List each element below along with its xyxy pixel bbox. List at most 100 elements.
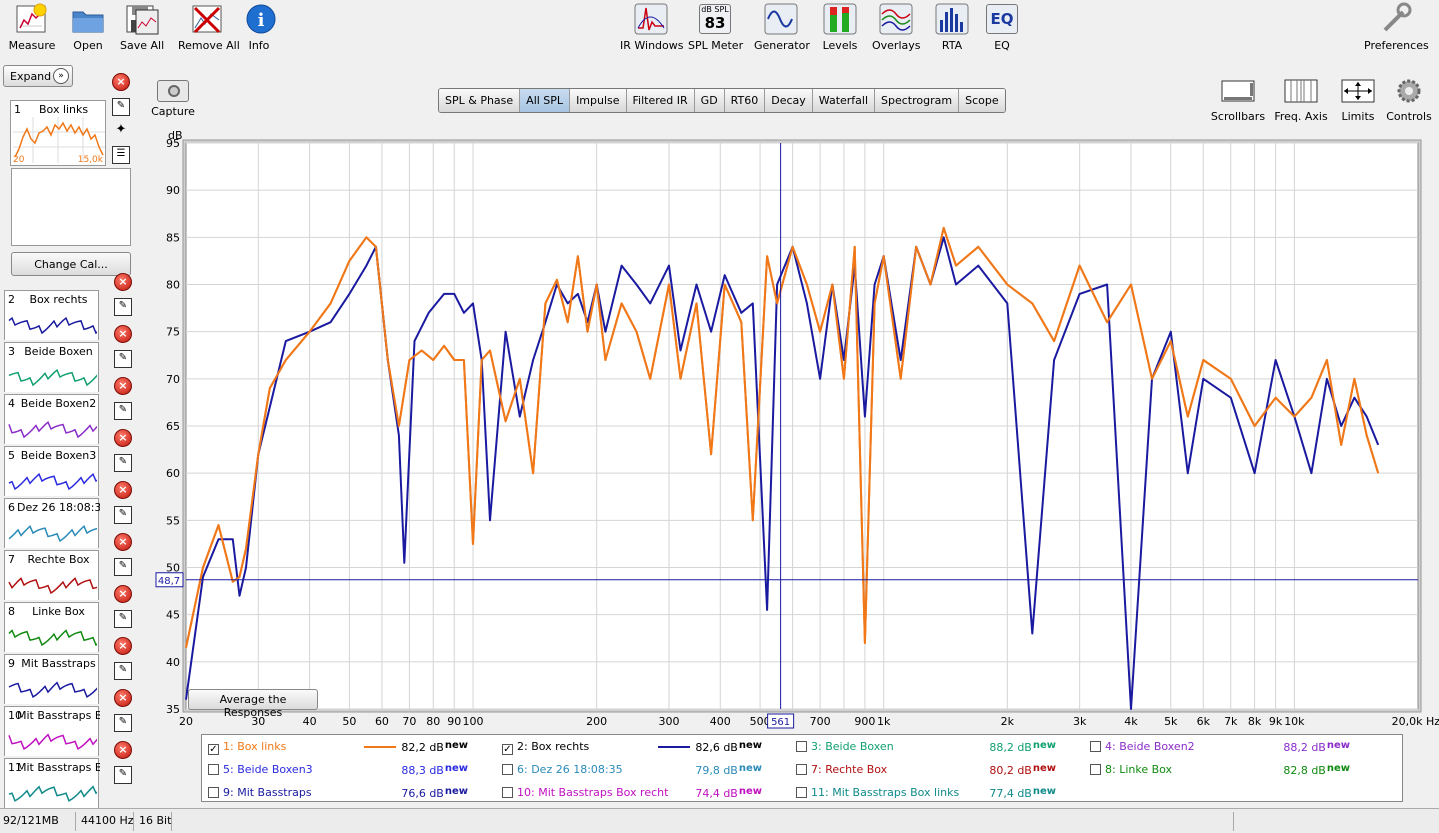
x-tick-label: 8k — [1248, 715, 1262, 728]
close-icon[interactable]: × — [114, 585, 132, 603]
legend-item[interactable]: 5: Beide Boxen3 — [208, 763, 313, 776]
info-button[interactable]: i Info — [244, 2, 276, 58]
expand-button[interactable]: Expand » — [3, 65, 73, 87]
tab-all-spl[interactable]: All SPL — [520, 89, 571, 112]
legend-item[interactable]: 6: Dez 26 18:08:35 — [502, 763, 623, 776]
levels-button[interactable]: Levels — [820, 2, 860, 58]
save-all-button[interactable]: Save All — [120, 2, 164, 58]
measurement-tab[interactable]: 3 Beide Boxen — [4, 342, 99, 392]
legend-checkbox[interactable] — [208, 764, 219, 775]
legend-item[interactable]: 4: Beide Boxen2 — [1090, 740, 1195, 753]
tab-scope[interactable]: Scope — [959, 89, 1005, 112]
measure-button[interactable]: Measure — [8, 2, 56, 58]
close-icon[interactable]: × — [114, 689, 132, 707]
tab-spl-phase[interactable]: SPL & Phase — [439, 89, 521, 112]
tab-decay[interactable]: Decay — [765, 89, 813, 112]
legend-checkbox[interactable] — [502, 787, 513, 798]
status-message — [174, 812, 1234, 831]
measurement-tab[interactable]: 2 Box rechts — [4, 290, 99, 340]
close-icon[interactable]: × — [114, 533, 132, 551]
tab-rt60[interactable]: RT60 — [724, 89, 766, 112]
legend-checkbox[interactable]: ✓ — [208, 744, 219, 755]
selected-measurement[interactable]: 1 Box links 20 15,0k — [10, 100, 106, 166]
x-tick-label: 20 — [179, 715, 193, 728]
svg-text:i: i — [258, 10, 265, 31]
tab-gd[interactable]: GD — [694, 89, 725, 112]
measurement-tab[interactable]: 9 Mit Basstraps — [4, 654, 99, 704]
legend-item[interactable]: 11: Mit Basstraps Box links — [796, 786, 959, 799]
edit-notes-icon[interactable]: ✎ — [114, 610, 132, 628]
legend-item[interactable]: 7: Rechte Box — [796, 763, 887, 776]
edit-notes-icon[interactable]: ✎ — [114, 766, 132, 784]
generator-button[interactable]: Generator — [754, 2, 810, 58]
legend-checkbox[interactable] — [796, 741, 807, 752]
ir-windows-button[interactable]: IR Windows — [620, 2, 684, 58]
spl-chart[interactable]: 35404550556065707580859095dB20 30 40 50 60 70… — [140, 125, 1439, 735]
measurement-tab[interactable]: 5 Beide Boxen3 — [4, 446, 99, 496]
measurement-tab[interactable]: 6 Dez 26 18:08:35 — [4, 498, 100, 548]
measurement-tab[interactable]: 7 Rechte Box — [4, 550, 99, 600]
edit-notes-icon[interactable]: ✎ — [114, 298, 132, 316]
y-tick-label: 65 — [166, 420, 180, 433]
edit-notes-icon[interactable]: ✎ — [114, 506, 132, 524]
legend-item[interactable]: 8: Linke Box — [1090, 763, 1172, 776]
close-icon[interactable]: × — [114, 637, 132, 655]
legend-checkbox[interactable] — [796, 764, 807, 775]
edit-notes-icon[interactable]: ✎ — [114, 454, 132, 472]
legend-checkbox[interactable] — [208, 787, 219, 798]
remove-all-button[interactable]: Remove All — [178, 2, 240, 58]
measurement-tab[interactable]: 11Mit Basstraps Box li — [4, 758, 100, 808]
legend-item[interactable]: ✓ 1: Box links — [208, 740, 286, 755]
color-wand-icon[interactable]: ✦ — [112, 122, 130, 140]
notes-box[interactable] — [11, 168, 131, 246]
legend-value: 80,2 dBnew — [986, 763, 1056, 777]
preferences-button[interactable]: Preferences — [1364, 2, 1429, 58]
close-icon[interactable]: × — [114, 325, 132, 343]
freq-axis-button[interactable]: Freq. Axis — [1272, 78, 1330, 123]
edit-notes-icon[interactable]: ✎ — [114, 350, 132, 368]
tab-spectrogram[interactable]: Spectrogram — [875, 89, 960, 112]
measurement-item[interactable]: 11Mit Basstraps Box li × ✎ — [4, 741, 140, 810]
legend-checkbox[interactable] — [502, 764, 513, 775]
eq-button[interactable]: EQ EQ — [984, 2, 1020, 58]
overlays-button[interactable]: Overlays — [872, 2, 921, 58]
limits-button[interactable]: Limits — [1336, 78, 1380, 123]
scrollbars-button[interactable]: Scrollbars — [1210, 78, 1266, 123]
limits-icon — [1338, 78, 1378, 106]
measurement-tab[interactable]: 4 Beide Boxen2 — [4, 394, 99, 444]
controls-button[interactable]: Controls — [1386, 78, 1432, 123]
tab-impulse[interactable]: Impulse — [570, 89, 627, 112]
legend-item[interactable]: 10: Mit Basstraps Box recht — [502, 786, 668, 799]
close-icon[interactable]: × — [114, 429, 132, 447]
tab-waterfall[interactable]: Waterfall — [812, 89, 876, 112]
edit-notes-icon[interactable]: ✎ — [114, 558, 132, 576]
edit-notes-icon[interactable]: ✎ — [114, 402, 132, 420]
spl-graph[interactable]: 35 40 45 50 55 60 65 70 75 80 85 90 95 dB 20 30 40 50 60 70… — [140, 125, 1439, 735]
open-button[interactable]: Open — [68, 2, 108, 58]
edit-notes-icon[interactable]: ✎ — [114, 714, 132, 732]
legend-checkbox[interactable] — [1090, 741, 1101, 752]
legend-label: 7: Rechte Box — [811, 763, 888, 776]
measurement-tab[interactable]: 8 Linke Box — [4, 602, 99, 652]
average-responses-button[interactable]: Average the Responses — [188, 689, 318, 719]
spl-meter-button[interactable]: dB SPL 83 SPL Meter — [688, 2, 743, 58]
close-icon[interactable]: × — [114, 377, 132, 395]
close-icon[interactable]: × — [114, 273, 132, 291]
edit-notes-icon[interactable]: ✎ — [112, 98, 130, 116]
edit-notes-icon[interactable]: ✎ — [114, 662, 132, 680]
legend-item[interactable]: 9: Mit Basstraps — [208, 786, 312, 799]
close-icon[interactable]: × — [114, 481, 132, 499]
close-icon[interactable]: × — [114, 741, 132, 759]
close-icon[interactable]: × — [112, 73, 130, 91]
notes-icon[interactable]: ☰ — [112, 146, 130, 164]
legend-checkbox[interactable]: ✓ — [502, 744, 513, 755]
legend-checkbox[interactable] — [796, 787, 807, 798]
legend-checkbox[interactable] — [1090, 764, 1101, 775]
legend-item[interactable]: ✓ 2: Box rechts — [502, 740, 589, 755]
measurement-tab[interactable]: 10Mit Basstraps Box re — [4, 706, 100, 756]
rta-button[interactable]: RTA — [934, 2, 970, 58]
capture-button[interactable]: Capture — [150, 80, 196, 120]
tab-filtered-ir[interactable]: Filtered IR — [626, 89, 695, 112]
legend-item[interactable]: 3: Beide Boxen — [796, 740, 894, 753]
change-cal-button[interactable]: Change Cal... — [11, 252, 131, 276]
